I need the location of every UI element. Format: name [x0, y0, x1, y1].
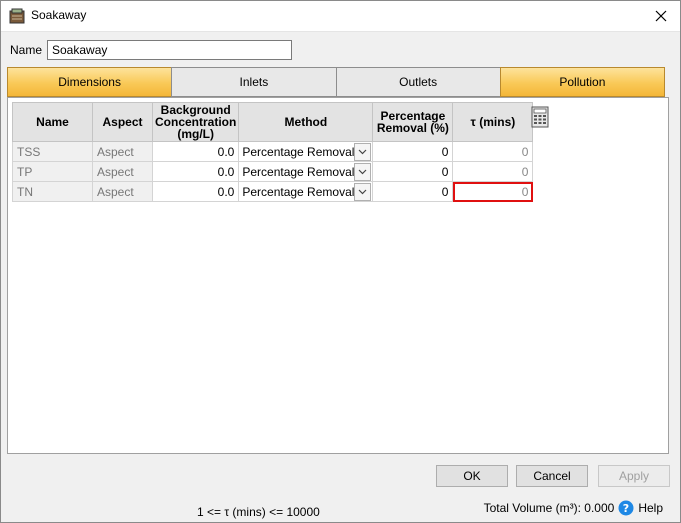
header-name[interactable]: Name: [12, 102, 93, 142]
grid-header-row: Name Aspect Background Concentration (mg…: [12, 102, 534, 142]
dropdown-chevron-icon: [358, 189, 367, 194]
header-percentage-removal[interactable]: Percentage Removal (%): [372, 102, 454, 142]
pollution-panel: Name Aspect Background Concentration (mg…: [7, 97, 669, 454]
dropdown-chevron-icon: [358, 169, 367, 174]
header-method[interactable]: Method: [238, 102, 374, 142]
cell-removal[interactable]: 0: [372, 181, 454, 202]
tab-bar: Dimensions Inlets Outlets Pollution: [7, 67, 665, 97]
name-label: Name: [10, 43, 43, 57]
cell-name: TN: [12, 181, 93, 202]
cell-name: TSS: [12, 141, 93, 162]
cell-aspect: Aspect: [92, 161, 153, 182]
table-row: TSS Aspect 0.0 Percentage Removal 0 0: [12, 141, 534, 162]
name-input[interactable]: [47, 40, 292, 60]
total-volume: Total Volume (m³): 0.000: [483, 501, 615, 515]
apply-button[interactable]: Apply: [598, 465, 670, 487]
dropdown-chevron-icon: [358, 149, 367, 154]
help-link[interactable]: Help: [638, 501, 663, 515]
cell-method[interactable]: Percentage Removal: [238, 161, 374, 182]
method-value: Percentage Removal: [242, 184, 355, 199]
cell-tau-selected[interactable]: 0: [452, 181, 534, 202]
tau-range-hint: 1 <= τ (mins) <= 10000: [197, 505, 320, 519]
cell-removal[interactable]: 0: [372, 141, 454, 162]
window-title: Soakaway: [31, 8, 87, 22]
calculator-icon: [531, 106, 549, 128]
method-value: Percentage Removal: [242, 164, 355, 179]
method-dropdown-button[interactable]: [354, 142, 372, 161]
header-background-concentration[interactable]: Background Concentration (mg/L): [151, 102, 240, 142]
tab-pollution[interactable]: Pollution: [499, 67, 665, 97]
cell-removal[interactable]: 0: [372, 161, 454, 182]
header-tau[interactable]: τ (mins): [452, 102, 534, 142]
cell-method[interactable]: Percentage Removal: [238, 181, 374, 202]
tab-outlets[interactable]: Outlets: [335, 67, 501, 97]
tab-dimensions[interactable]: Dimensions: [7, 67, 173, 97]
cell-background[interactable]: 0.0: [151, 161, 240, 182]
method-dropdown-button[interactable]: [354, 182, 372, 201]
close-icon: [655, 10, 667, 21]
table-row: TP Aspect 0.0 Percentage Removal 0 0: [12, 161, 534, 182]
app-icon: [9, 8, 25, 24]
table-row: TN Aspect 0.0 Percentage Removal 0 0: [12, 181, 534, 202]
method-dropdown-button[interactable]: [354, 162, 372, 181]
svg-text:?: ?: [623, 502, 629, 515]
cell-aspect: Aspect: [92, 141, 153, 162]
cancel-button[interactable]: Cancel: [516, 465, 588, 487]
cell-background[interactable]: 0.0: [151, 181, 240, 202]
title-bar: Soakaway: [0, 0, 681, 32]
close-button[interactable]: [641, 0, 681, 31]
tab-inlets[interactable]: Inlets: [171, 67, 337, 97]
method-value: Percentage Removal: [242, 144, 355, 159]
cell-tau[interactable]: 0: [452, 161, 534, 182]
cell-tau[interactable]: 0: [452, 141, 534, 162]
header-aspect[interactable]: Aspect: [92, 102, 153, 142]
cell-background[interactable]: 0.0: [151, 141, 240, 162]
ok-button[interactable]: OK: [436, 465, 508, 487]
help-icon[interactable]: ?: [618, 500, 634, 516]
cell-method[interactable]: Percentage Removal: [238, 141, 374, 162]
cell-aspect: Aspect: [92, 181, 153, 202]
pollution-grid: Name Aspect Background Concentration (mg…: [12, 102, 534, 202]
status-right: Total Volume (m³): 0.000 ? Help: [484, 500, 663, 516]
cell-name: TP: [12, 161, 93, 182]
calculator-button[interactable]: [530, 106, 550, 128]
